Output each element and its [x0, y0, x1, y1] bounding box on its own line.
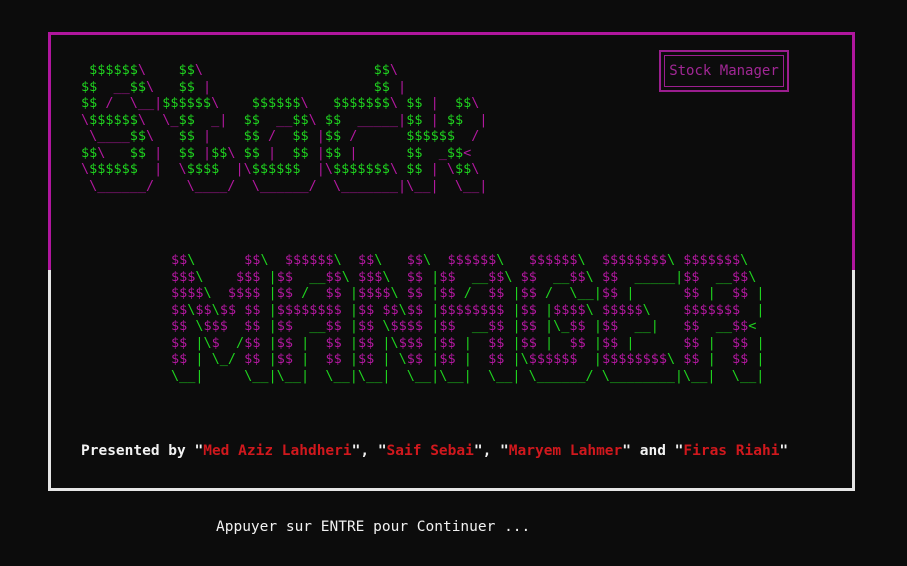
ascii-art-manager: $$\ $$\ $$$$$$\ $$\ $$\ $$$$$$\ $$$$$$\ …: [171, 252, 765, 384]
ascii-art-line: $$ |\$ /$$ |$$ | $$ |$$ |\$$$ |$$ | $$ |…: [171, 334, 765, 351]
ascii-art-line: \$$$$$$\ \_$$ _| $$ __$$\ $$ _____|$$ | …: [81, 111, 488, 128]
continue-prompt: Appuyer sur ENTRE pour Continuer ...: [216, 519, 531, 535]
ascii-art-line: $$\ $$\ $$$$$$\ $$\ $$\ $$$$$$\ $$$$$$\ …: [171, 252, 749, 268]
title-box: Stock Manager: [659, 50, 789, 92]
credits-sep-3: " and ": [622, 443, 684, 459]
ascii-art-line: $$ \$$$ $$ |$$ __$$ |$$ \$$$$ |$$ __$$ |…: [171, 318, 757, 334]
credit-name-3: Maryem Lahmer: [508, 443, 623, 459]
credits-suffix: ": [779, 443, 789, 459]
ascii-art-line: $$ | \_/ $$ |$$ | $$ |$$ | \$$ |$$ | $$ …: [171, 351, 765, 367]
ascii-art-line: $$\$$\$$ $$ |$$$$$$$$ |$$ $$\$$ |$$$$$$$…: [171, 301, 765, 318]
title-box-label: Stock Manager: [669, 63, 779, 79]
ascii-art-line: $$$$\ $$$$ |$$ / $$ |$$$$\ $$ |$$ / $$ |…: [171, 285, 765, 301]
credits-sep-2: ", ": [473, 443, 509, 459]
ascii-art-line: $$ / \__|$$$$$$\ $$$$$$\ $$$$$$$\ $$ | $…: [81, 95, 480, 111]
credit-name-2: Saif Sebai: [386, 443, 474, 459]
credit-name-4: Firas Riahi: [683, 443, 780, 459]
ascii-art-line: \____$$\ $$ | $$ / $$ |$$ / $$$$$$ /: [89, 128, 480, 144]
ascii-art-line: $$$\ $$$ |$$ __$$\ $$$\ $$ |$$ __$$\ $$ …: [171, 268, 757, 285]
credit-name-1: Med Aziz Lahdheri: [203, 443, 352, 459]
credits-line: Presented by "Med Aziz Lahdheri", "Saif …: [81, 443, 788, 459]
credits-sep-1: ", ": [351, 443, 387, 459]
ascii-art-line: \______/ \____/ \______/ \_______|\__| \…: [89, 177, 488, 194]
ascii-art-line: $$$$$$\ $$\ $$\: [89, 62, 399, 78]
credits-prefix: Presented by ": [81, 443, 204, 459]
ascii-art-line: \$$$$$$ | \$$$$ |\$$$$$$ |\$$$$$$$\ $$ |…: [81, 161, 480, 177]
ascii-art-line: \__| \__|\__| \__|\__| \__|\__| \__| \__…: [171, 367, 765, 384]
ascii-art-stock: $$$$$$\ $$\ $$\ $$ __$$\ $$ | $$ | $$ / …: [81, 62, 488, 194]
ascii-art-line: $$ __$$\ $$ | $$ |: [81, 78, 407, 95]
ascii-art-line: $$\ $$ | $$ |$$\ $$ | $$ |$$ | $$ _$$<: [81, 144, 472, 161]
